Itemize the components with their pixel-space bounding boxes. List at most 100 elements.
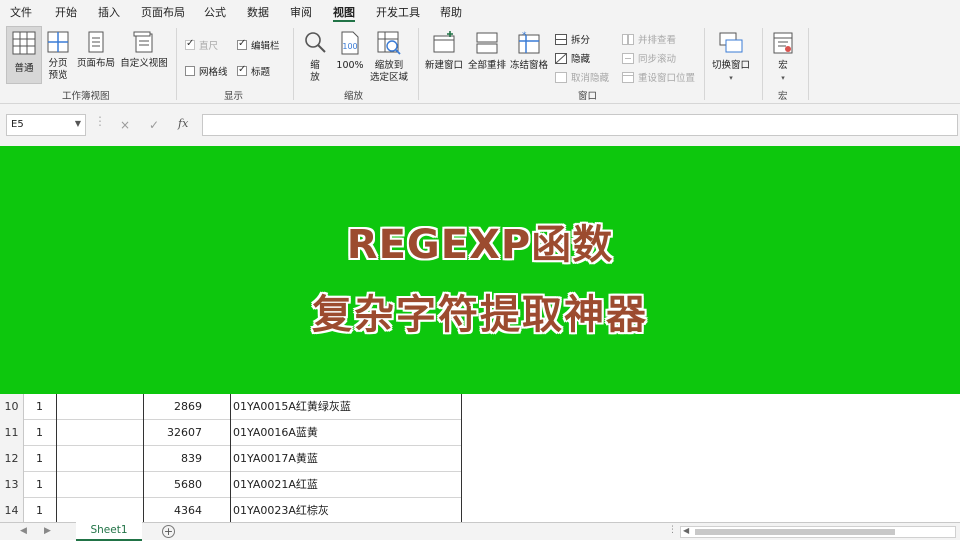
menu-review[interactable]: 审阅 [290,4,312,20]
new-window-label: 新建窗口 [424,60,463,71]
zoom-label-1: 缩 [310,60,320,71]
cell-col-b[interactable] [58,394,142,420]
cell-col-b[interactable] [58,472,142,498]
cell-col-d[interactable]: 01YA0015A红黄绿灰蓝 [233,394,461,420]
ruler-label: 直尺 [199,41,219,52]
cell-col-a[interactable]: 1 [36,446,56,472]
cell-col-c[interactable]: 32607 [144,420,202,446]
arrange-all-button[interactable]: 全部重排 [466,26,508,72]
sheet-tab-sheet1[interactable]: Sheet1 [76,522,142,541]
side-by-side-button[interactable]: 并排查看 [622,32,676,46]
zoom-button[interactable]: 缩 放 [300,26,330,84]
workbook-views-group-label: 工作簿视图 [62,91,110,102]
formula-input[interactable] [202,114,958,136]
ribbon-separator [293,28,294,100]
side-by-side-icon [622,33,634,45]
macros-dropdown-icon: ▾ [781,74,785,82]
enter-icon[interactable]: ✓ [149,118,159,132]
normal-view-button[interactable]: 普通 [6,26,42,84]
reset-position-button[interactable]: 重设窗口位置 [622,70,695,84]
cell-col-c[interactable]: 839 [144,446,202,472]
scrollbar-thumb[interactable] [695,529,895,535]
row-header[interactable]: 13 [0,472,24,498]
cell-col-b[interactable] [58,446,142,472]
cell-col-a[interactable]: 1 [36,394,56,420]
arrange-all-label: 全部重排 [467,60,506,71]
name-box[interactable]: E5 ▼ [6,114,86,136]
table-row: 10 1 2869 01YA0015A红黄绿灰蓝 [0,394,462,420]
window-group-label: 窗口 [578,91,598,102]
macros-label: 宏 [778,60,788,71]
ruler-checkbox[interactable]: 直尺 [185,38,218,52]
headings-checkbox[interactable]: 标题 [237,64,270,78]
split-label: 拆分 [571,35,591,46]
menu-formulas[interactable]: 公式 [204,4,226,20]
menu-help[interactable]: 帮助 [440,4,462,20]
cell-col-d[interactable]: 01YA0021A红蓝 [233,472,461,498]
show-group-label: 显示 [224,91,244,102]
ribbon: 普通 分页 预览 页面布局 自定义视图 工作簿视图 直尺 编辑栏 [0,24,960,104]
split-button[interactable]: 拆分 [555,32,590,46]
horizontal-scrollbar[interactable]: ◀ [680,526,956,538]
ribbon-separator [418,28,419,100]
formula-bar-label: 编辑栏 [251,41,280,52]
cell-col-a[interactable]: 1 [36,472,56,498]
insert-function-icon[interactable]: fx [178,117,188,130]
next-sheet-icon[interactable]: ▶ [44,526,51,536]
cell-col-c[interactable]: 5680 [144,472,202,498]
page-break-preview-button[interactable]: 分页 预览 [44,26,72,82]
menu-view[interactable]: 视图 [333,4,355,20]
hide-label: 隐藏 [571,54,591,65]
cell-col-c[interactable]: 2869 [144,394,202,420]
menu-page-layout[interactable]: 页面布局 [141,4,185,20]
new-window-icon [433,31,455,53]
unhide-button[interactable]: 取消隐藏 [555,70,609,84]
cell-col-a[interactable]: 1 [36,420,56,446]
zoom-selection-icon [377,31,401,55]
menu-data[interactable]: 数据 [247,4,269,20]
macros-button[interactable]: 宏 ▾ [768,26,798,84]
custom-views-button[interactable]: 自定义视图 [118,26,170,70]
freeze-panes-button[interactable]: * 冻结窗格 [508,26,550,72]
switch-windows-button[interactable]: 切换窗口 ▾ [708,26,754,84]
magnifier-icon [305,32,326,53]
formula-bar-divider-dots: ⋮ [94,114,106,128]
new-window-button[interactable]: 新建窗口 [422,26,466,72]
row-header[interactable]: 10 [0,394,24,420]
cell-col-b[interactable] [58,498,142,524]
menu-home[interactable]: 开始 [55,4,77,20]
row-header[interactable]: 11 [0,420,24,446]
cell-col-d[interactable]: 01YA0023A红棕灰 [233,498,461,524]
unhide-icon [555,71,567,83]
menu-developer[interactable]: 开发工具 [376,4,420,20]
zoom-100-button[interactable]: 100 100% [334,26,366,72]
cancel-icon[interactable]: × [120,118,130,132]
tab-splitter-icon[interactable]: ⋮ [668,525,677,535]
formula-bar-checkbox[interactable]: 编辑栏 [237,38,280,52]
gridlines-checkbox[interactable]: 网格线 [185,64,228,78]
switch-windows-icon [719,32,743,53]
active-menu-indicator [333,20,355,22]
page-layout-view-button[interactable]: 页面布局 [74,26,118,70]
table-column-border [56,390,57,522]
row-header[interactable]: 14 [0,498,24,524]
zoom-to-selection-button[interactable]: 缩放到 选定区域 [366,26,412,84]
cell-col-d[interactable]: 01YA0016A蓝黄 [233,420,461,446]
sync-scroll-label: 同步滚动 [638,54,677,65]
menu-file[interactable]: 文件 [10,4,32,20]
name-box-dropdown-icon[interactable]: ▼ [75,119,81,128]
cell-col-d[interactable]: 01YA0017A黄蓝 [233,446,461,472]
cell-col-a[interactable]: 1 [36,498,56,524]
sync-scroll-button[interactable]: 同步滚动 [622,51,676,65]
hide-button[interactable]: 隐藏 [555,51,590,65]
ribbon-separator [704,28,705,100]
prev-sheet-icon[interactable]: ◀ [20,526,27,536]
scroll-left-icon[interactable]: ◀ [683,526,689,535]
cell-col-c[interactable]: 4364 [144,498,202,524]
row-header[interactable]: 12 [0,446,24,472]
menu-insert[interactable]: 插入 [98,4,120,20]
zoom-group-label: 缩放 [344,91,364,102]
cell-col-b[interactable] [58,420,142,446]
headings-check-icon [237,64,247,76]
add-sheet-button[interactable]: + [162,525,175,538]
